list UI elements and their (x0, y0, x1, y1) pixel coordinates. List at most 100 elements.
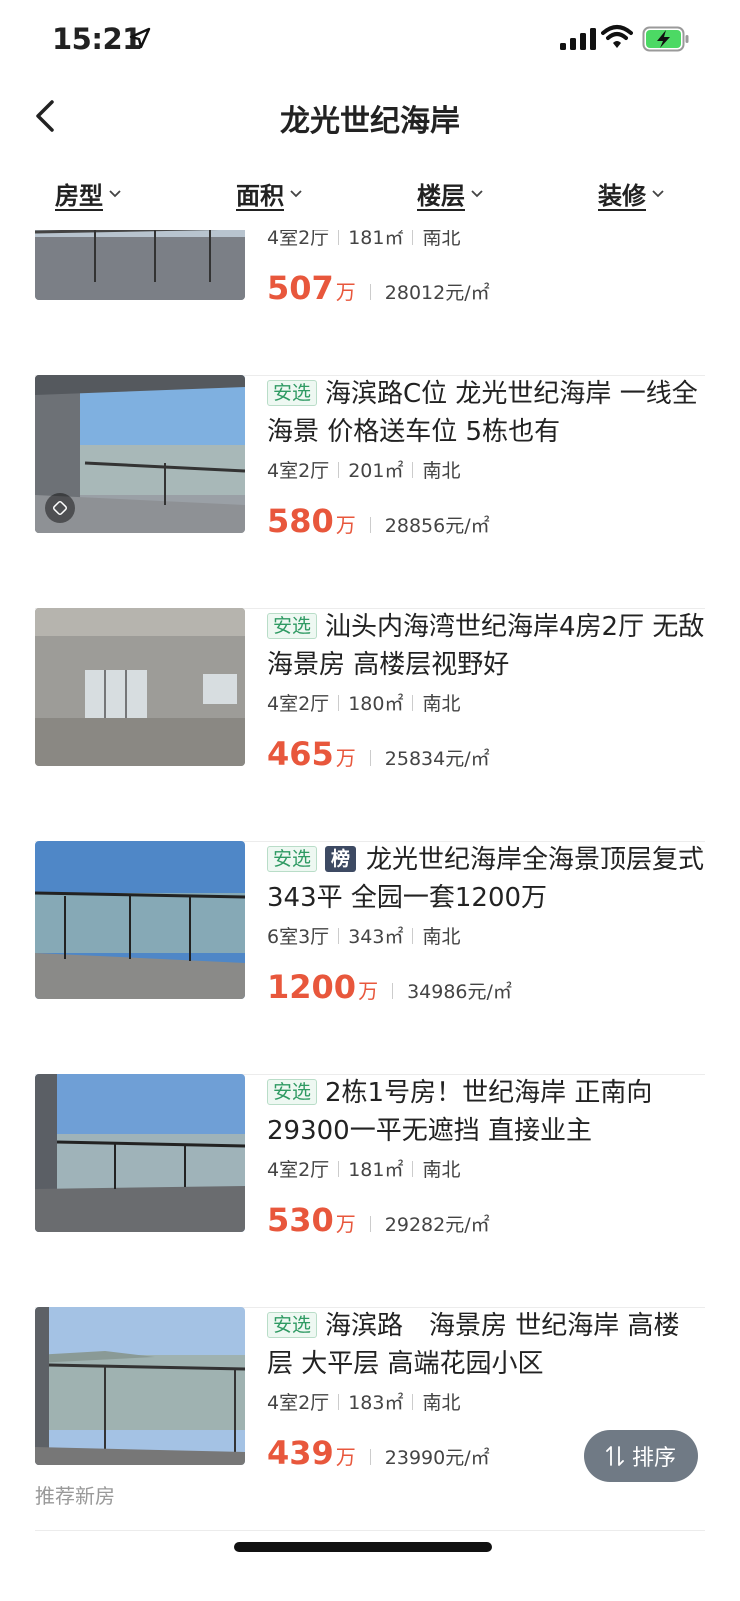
listing-photo (35, 375, 245, 533)
nav-bar: 龙光世纪海岸 (0, 80, 740, 160)
battery-charging-icon (642, 26, 689, 52)
chevron-down-icon (290, 189, 302, 197)
price: 439 (267, 1434, 334, 1472)
price-unit: 万 (335, 513, 356, 537)
listing-card[interactable]: 安选榜龙光世纪海岸全海景顶层复式343平 全园一套1200万 6室3厅 343㎡南… (35, 841, 705, 1075)
filter-area[interactable]: 面积 (236, 176, 302, 211)
price-row: 507 万 28012元/㎡ (267, 268, 705, 308)
unit-price: 25834元/㎡ (384, 748, 490, 770)
filter-decoration[interactable]: 装修 (598, 176, 664, 211)
rooms: 6室3厅 (267, 926, 330, 948)
filter-label: 面积 (236, 182, 284, 210)
area: 201㎡ (348, 460, 404, 482)
area: 181㎡ (348, 230, 404, 249)
listing-title: 安选 海滨路 海景房 世纪海岸 高楼层 大平层 高端花园小区 (267, 1311, 680, 1379)
unit-price: 23990元/㎡ (384, 1447, 490, 1469)
price-unit: 万 (335, 1212, 356, 1236)
price-row: 580 万 28856元/㎡ (267, 501, 705, 541)
listing-title: 安选 海滨路C位 龙光世纪海岸 一线全海景 价格送车位 5栋也有 (267, 379, 698, 447)
sort-button[interactable]: 排序 (584, 1430, 698, 1482)
unit-price: 28856元/㎡ (384, 515, 490, 537)
listing-card[interactable]: 4室2厅 181㎡ 南北 507 万 28012元/㎡ (35, 230, 705, 376)
unit-price: 29282元/㎡ (384, 1214, 490, 1236)
filter-bar: 房型 面积 楼层 装修 (0, 160, 740, 230)
listing-list[interactable]: 4室2厅 181㎡ 南北 507 万 28012元/㎡ 安选 海滨路C位 龙光世纪海岸 一… (0, 230, 740, 1601)
orientation: 南北 (422, 1159, 461, 1181)
price: 580 (267, 502, 334, 540)
area: 343㎡ (348, 926, 404, 948)
orientation: 南北 (422, 926, 461, 948)
wifi-icon (601, 25, 633, 48)
anxuan-tag: 安选 (267, 1079, 318, 1105)
listing-meta: 4室2厅 181㎡ 南北 (267, 230, 705, 252)
listing-photo (35, 230, 245, 300)
rooms: 4室2厅 (267, 693, 330, 715)
listing-title: 安选榜龙光世纪海岸全海景顶层复式343平 全园一套1200万 (267, 845, 705, 913)
listing-title: 安选 汕头内海湾世纪海岸4房2厅 无敌海景房 高楼层视野好 (267, 612, 705, 680)
anxuan-tag: 安选 (267, 380, 318, 406)
signal-icon (560, 28, 596, 50)
listing-card[interactable]: 安选 汕头内海湾世纪海岸4房2厅 无敌海景房 高楼层视野好 4室2厅 180㎡ 南北 … (35, 608, 705, 842)
listing-meta: 4室2厅 183㎡ 南北 (267, 1389, 705, 1417)
price-unit: 万 (335, 280, 356, 304)
price-row: 530 万 29282元/㎡ (267, 1200, 705, 1240)
price: 507 (267, 269, 334, 307)
price-unit: 万 (335, 1445, 356, 1469)
price: 465 (267, 735, 334, 773)
filter-floor[interactable]: 楼层 (417, 176, 483, 211)
vr-icon (45, 493, 75, 523)
price-row: 465 万 25834元/㎡ (267, 734, 705, 774)
price: 1200 (267, 968, 357, 1006)
rooms: 4室2厅 (267, 1159, 330, 1181)
status-bar: 15:21 (0, 0, 740, 80)
home-indicator (234, 1542, 492, 1552)
filter-room-type[interactable]: 房型 (55, 176, 121, 211)
unit-price: 34986元/㎡ (407, 981, 512, 1003)
rooms: 4室2厅 (267, 460, 330, 482)
chevron-down-icon (109, 189, 121, 197)
anxuan-tag: 安选 (267, 1312, 318, 1338)
area: 181㎡ (348, 1159, 404, 1181)
price-unit: 万 (358, 979, 379, 1003)
listing-info: 4室2厅 181㎡ 南北 507 万 28012元/㎡ (267, 230, 705, 308)
sort-label: 排序 (631, 1446, 676, 1471)
page-title: 龙光世纪海岸 (280, 104, 460, 139)
anxuan-tag: 安选 (267, 846, 318, 872)
area: 180㎡ (348, 693, 404, 715)
orientation: 南北 (422, 230, 461, 249)
chevron-down-icon (652, 189, 664, 197)
anxuan-tag: 安选 (267, 613, 318, 639)
filter-label: 房型 (55, 182, 103, 210)
listing-meta: 4室2厅 180㎡ 南北 (267, 690, 705, 718)
listing-title: 安选 2栋1号房！世纪海岸 正南向29300一平无遮挡 直接业主 (267, 1078, 653, 1146)
listing-meta: 6室3厅 343㎡ 南北 (267, 923, 705, 951)
rooms: 4室2厅 (267, 1392, 330, 1414)
filter-label: 装修 (598, 182, 646, 210)
listing-card[interactable]: 安选 海滨路 海景房 世纪海岸 高楼层 大平层 高端花园小区 4室2厅 183㎡ 南北… (35, 1307, 705, 1532)
listing-meta: 4室2厅 201㎡ 南北 (267, 457, 705, 485)
orientation: 南北 (422, 460, 461, 482)
listing-info: 安选榜龙光世纪海岸全海景顶层复式343平 全园一套1200万 6室3厅 343㎡南… (267, 841, 705, 1007)
listing-meta: 4室2厅 181㎡ 南北 (267, 1156, 705, 1184)
orientation: 南北 (422, 1392, 461, 1414)
filter-label: 楼层 (417, 182, 465, 210)
listing-photo (35, 1074, 245, 1232)
location-arrow-icon (129, 27, 151, 49)
listing-info: 安选 海滨路C位 龙光世纪海岸 一线全海景 价格送车位 5栋也有 4室2厅 201㎡… (267, 375, 705, 541)
listing-photo (35, 841, 245, 999)
divider (35, 1530, 705, 1531)
price: 530 (267, 1201, 334, 1239)
area: 183㎡ (348, 1392, 404, 1414)
rank-tag: 榜 (325, 846, 357, 872)
unit-price: 28012元/㎡ (384, 282, 490, 304)
sort-icon (606, 1446, 624, 1466)
listing-card[interactable]: 安选 2栋1号房！世纪海岸 正南向29300一平无遮挡 直接业主 4室2厅 181㎡… (35, 1074, 705, 1308)
orientation: 南北 (422, 693, 461, 715)
price-row: 1200 万 34986元/㎡ (267, 967, 705, 1007)
listing-photo (35, 608, 245, 766)
listing-card[interactable]: 安选 海滨路C位 龙光世纪海岸 一线全海景 价格送车位 5栋也有 4室2厅 201㎡… (35, 375, 705, 609)
listing-info: 安选 汕头内海湾世纪海岸4房2厅 无敌海景房 高楼层视野好 4室2厅 180㎡ 南北 … (267, 608, 705, 774)
rooms: 4室2厅 (267, 230, 330, 249)
listing-info: 安选 2栋1号房！世纪海岸 正南向29300一平无遮挡 直接业主 4室2厅 181㎡… (267, 1074, 705, 1240)
section-label-new-homes: 推荐新房 (35, 1484, 115, 1508)
